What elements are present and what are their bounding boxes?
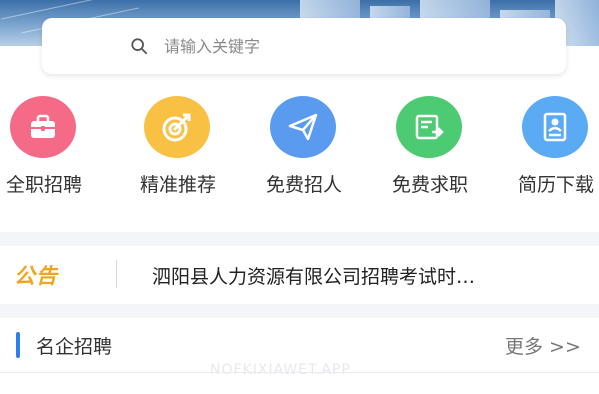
category-free-job-seeking[interactable]: 免费求职 [378, 96, 482, 200]
form-icon [415, 114, 444, 140]
category-circle [10, 96, 76, 158]
notice-separator [116, 260, 117, 288]
notice-tag: 公告 [14, 264, 58, 288]
section-title: 名企招聘 [36, 336, 113, 358]
category-full-time-jobs[interactable]: 全职招聘 [0, 96, 96, 200]
section-divider [0, 232, 599, 246]
more-link[interactable]: 更多 >> [505, 332, 581, 359]
watermark: NOFKIXIAWET.APP [210, 362, 351, 378]
category-circle [522, 96, 588, 158]
category-circle [144, 96, 210, 158]
category-label: 全职招聘 [5, 174, 82, 196]
category-circle [396, 96, 462, 158]
category-circle [270, 96, 336, 158]
notice-bar[interactable]: 公告 泗阳县人力资源有限公司招聘考试时… [0, 246, 599, 304]
category-label: 免费求职 [391, 174, 468, 196]
category-resume-download[interactable]: 简历下载 [504, 96, 599, 200]
section-divider [0, 304, 599, 318]
target-icon [162, 113, 191, 142]
briefcase-icon [31, 114, 55, 138]
search-input[interactable] [164, 32, 544, 60]
search-bar[interactable] [42, 18, 566, 74]
category-label: 免费招人 [265, 174, 342, 196]
category-free-hiring[interactable]: 免费招人 [252, 96, 356, 200]
notice-text[interactable]: 泗阳县人力资源有限公司招聘考试时… [152, 262, 592, 289]
category-label: 简历下载 [517, 174, 594, 196]
paper-plane-icon [288, 113, 318, 141]
section-accent-bar [16, 332, 20, 358]
app-root: 全职招聘 精准推荐 免费招人 [0, 0, 599, 394]
category-precise-recommend[interactable]: 精准推荐 [126, 96, 230, 200]
search-icon [131, 38, 148, 55]
category-label: 精准推荐 [139, 174, 216, 196]
resume-icon [543, 112, 567, 142]
